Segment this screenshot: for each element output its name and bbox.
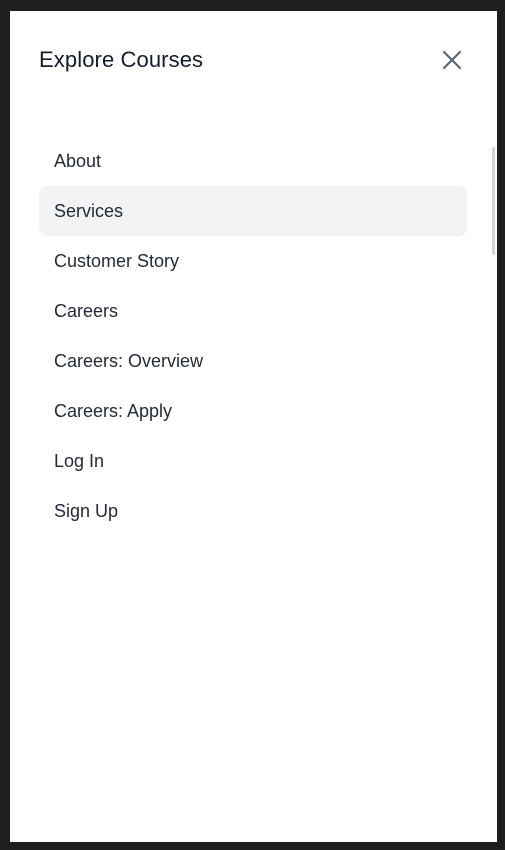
menu-item-careers[interactable]: Careers	[39, 286, 467, 336]
menu-item-sign-up[interactable]: Sign Up	[39, 486, 467, 536]
menu-item-label: Customer Story	[54, 251, 180, 271]
menu-item-label: Careers	[54, 301, 119, 321]
menu-item-services[interactable]: Services	[39, 186, 467, 236]
menu-item-careers-overview[interactable]: Careers: Overview	[39, 336, 467, 386]
menu-item-careers-apply[interactable]: Careers: Apply	[39, 386, 467, 436]
menu-item-label: Sign Up	[54, 501, 119, 521]
panel-title: Explore Courses	[39, 47, 204, 72]
menu-item-log-in[interactable]: Log In	[39, 436, 467, 486]
menu-item-label: About	[54, 151, 102, 171]
course-menu: About Services Customer Story Careers Ca…	[39, 136, 467, 536]
menu-item-customer-story[interactable]: Customer Story	[39, 236, 467, 286]
explore-courses-panel: Explore Courses About Services Customer …	[10, 11, 497, 842]
menu-item-about[interactable]: About	[39, 136, 467, 186]
close-icon	[442, 50, 462, 70]
close-button[interactable]	[438, 47, 466, 73]
menu-item-label: Services	[54, 201, 124, 221]
menu-item-label: Log In	[54, 451, 105, 471]
scrollbar-thumb[interactable]	[492, 147, 495, 255]
menu-item-label: Careers: Apply	[54, 401, 173, 421]
menu-item-label: Careers: Overview	[54, 351, 204, 371]
